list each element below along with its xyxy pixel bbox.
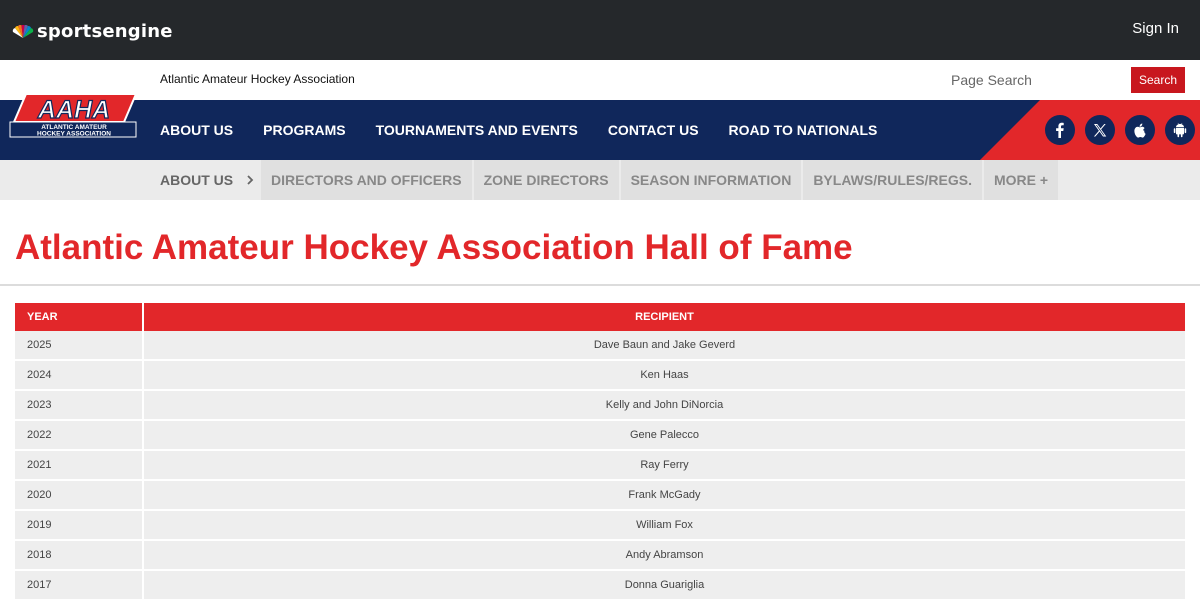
cell-year: 2023 — [15, 391, 144, 421]
cell-recipient: Gene Palecco — [144, 421, 1185, 451]
cell-recipient: Andy Abramson — [144, 541, 1185, 571]
cell-recipient: Ray Ferry — [144, 451, 1185, 481]
cell-recipient: Ken Haas — [144, 361, 1185, 391]
page-search-input[interactable] — [944, 67, 1124, 93]
sportsengine-topbar: sportsengine Sign In — [0, 0, 1200, 60]
brand-text: sportsengine — [37, 21, 173, 42]
apple-icon — [1134, 123, 1146, 138]
sub-nav-bylaws[interactable]: Bylaws/Rules/Regs. — [803, 160, 984, 200]
chevron-right-icon — [247, 175, 254, 185]
cell-year: 2021 — [15, 451, 144, 481]
main-nav-items: About Us Programs Tournaments and Events… — [145, 100, 892, 160]
android-icon — [1173, 122, 1187, 138]
table-row: 2019 William Fox — [15, 511, 1185, 541]
sportsengine-logo[interactable]: sportsengine — [12, 21, 173, 42]
sign-in-link[interactable]: Sign In — [1132, 20, 1179, 37]
table-row: 2025 Dave Baun and Jake Geverd — [15, 331, 1185, 361]
header-year: Year — [15, 303, 144, 331]
x-twitter-icon — [1093, 124, 1107, 137]
table-row: 2018 Andy Abramson — [15, 541, 1185, 571]
cell-year: 2019 — [15, 511, 144, 541]
table-header-row: Year Recipient — [15, 303, 1185, 331]
sub-nav-more[interactable]: More + — [984, 160, 1061, 200]
hall-of-fame-table: Year Recipient 2025 Dave Baun and Jake G… — [15, 303, 1185, 601]
peacock-icon — [12, 24, 34, 38]
facebook-icon — [1056, 122, 1064, 138]
sub-nav-zone-directors[interactable]: Zone Directors — [473, 160, 621, 200]
table-row: 2021 Ray Ferry — [15, 451, 1185, 481]
page-title: Atlantic Amateur Hockey Association Hall… — [15, 228, 853, 267]
header-recipient: Recipient — [144, 303, 1185, 331]
sub-nav-items: Directors and Officers Zone Directors Se… — [261, 160, 1061, 200]
aaha-logo-letters: AAHA — [37, 96, 110, 124]
facebook-button[interactable] — [1045, 115, 1075, 145]
table-row: 2022 Gene Palecco — [15, 421, 1185, 451]
table-row: 2017 Donna Guariglia — [15, 571, 1185, 601]
android-app-button[interactable] — [1165, 115, 1195, 145]
cell-recipient: Dave Baun and Jake Geverd — [144, 331, 1185, 361]
cell-recipient: Kelly and John DiNorcia — [144, 391, 1185, 421]
nav-item-road-to-nationals[interactable]: Road to Nationals — [714, 122, 893, 138]
cell-year: 2022 — [15, 421, 144, 451]
sub-nav-season-information[interactable]: Season Information — [620, 160, 804, 200]
aaha-logo[interactable]: AAHA ATLANTIC AMATEUR HOCKEY ASSOCIATION — [8, 92, 138, 138]
table-row: 2020 Frank McGady — [15, 481, 1185, 511]
cell-year: 2025 — [15, 331, 144, 361]
cell-recipient: William Fox — [144, 511, 1185, 541]
sub-nav-directors-officers[interactable]: Directors and Officers — [261, 160, 474, 200]
cell-year: 2024 — [15, 361, 144, 391]
sub-nav-current[interactable]: About Us — [160, 160, 255, 200]
search-button[interactable]: Search — [1131, 67, 1185, 93]
table-row: 2024 Ken Haas — [15, 361, 1185, 391]
nav-item-tournaments[interactable]: Tournaments and Events — [361, 122, 593, 138]
org-name-link[interactable]: Atlantic Amateur Hockey Association — [160, 72, 355, 86]
sub-nav-current-label: About Us — [160, 172, 234, 188]
aaha-logo-line2: HOCKEY ASSOCIATION — [37, 131, 111, 138]
x-twitter-button[interactable] — [1085, 115, 1115, 145]
cell-recipient: Frank McGady — [144, 481, 1185, 511]
apple-app-button[interactable] — [1125, 115, 1155, 145]
nav-item-about-us[interactable]: About Us — [145, 122, 248, 138]
table-row: 2023 Kelly and John DiNorcia — [15, 391, 1185, 421]
cell-year: 2017 — [15, 571, 144, 601]
title-divider — [0, 284, 1200, 286]
cell-year: 2020 — [15, 481, 144, 511]
nav-item-contact-us[interactable]: Contact Us — [593, 122, 714, 138]
cell-recipient: Donna Guariglia — [144, 571, 1185, 601]
cell-year: 2018 — [15, 541, 144, 571]
nav-item-programs[interactable]: Programs — [248, 122, 360, 138]
